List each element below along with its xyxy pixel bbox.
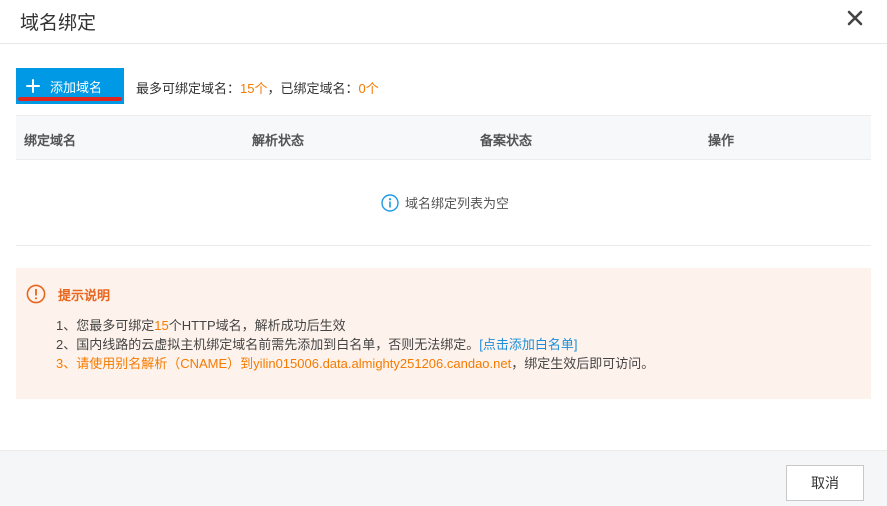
notice-line-3-num: 3、 <box>56 356 77 371</box>
table-body: 域名绑定列表为空 <box>16 160 871 246</box>
notice-line-1: 1、您最多可绑定15个HTTP域名，解析成功后生效 <box>56 315 346 334</box>
dialog-footer: 取消 <box>0 450 887 506</box>
quota-mid: ，已绑定域名： <box>267 81 359 96</box>
info-icon <box>381 193 399 212</box>
domain-binding-dialog: 域名绑定 添加域名 最多可绑定域名：15个，已绑定域名：0个 绑定域名 解析状态… <box>0 0 887 506</box>
add-domain-label: 添加域名 <box>50 79 103 95</box>
notice-line-3-rest: ，绑定生效后即可访问。 <box>511 356 655 371</box>
notice-line-2: 2、国内线路的云虚拟主机绑定域名前需先添加到白名单，否则无法绑定。[点击添加白名… <box>56 334 577 353</box>
notice-line-2-text: 2、国内线路的云虚拟主机绑定域名前需先添加到白名单，否则无法绑定。 <box>56 337 480 352</box>
dialog-title: 域名绑定 <box>20 13 97 34</box>
domain-quota-text: 最多可绑定域名：15个，已绑定域名：0个 <box>136 78 379 97</box>
warning-icon <box>26 284 46 304</box>
domain-table: 绑定域名 解析状态 备案状态 操作 域名绑定列表为空 <box>16 115 871 246</box>
notice-title: 提示说明 <box>58 287 111 303</box>
table-header: 绑定域名 解析状态 备案状态 操作 <box>16 115 871 160</box>
column-header-record-status: 备案状态 <box>480 133 533 148</box>
dialog-header: 域名绑定 <box>0 0 887 44</box>
notice-line-3: 3、请使用别名解析（CNAME）到yilin015006.data.almigh… <box>56 353 654 372</box>
column-header-resolve-status: 解析状态 <box>252 133 305 148</box>
notice-line-1-a: 1、您最多可绑定 <box>56 318 155 333</box>
notice-line-1-num: 15 <box>154 318 169 333</box>
quota-bound: 0个 <box>358 81 379 96</box>
quota-prefix: 最多可绑定域名： <box>136 81 241 96</box>
column-header-domain: 绑定域名 <box>24 133 77 148</box>
add-whitelist-link[interactable]: [点击添加白名单] <box>479 337 577 352</box>
empty-state-text: 域名绑定列表为空 <box>405 196 510 211</box>
empty-state: 域名绑定列表为空 <box>381 193 509 212</box>
quota-max: 15个 <box>240 81 268 96</box>
red-underline-mark <box>18 97 122 101</box>
plus-icon <box>26 79 40 93</box>
notice-header: 提示说明 <box>26 284 110 304</box>
cancel-button[interactable]: 取消 <box>786 465 864 501</box>
notice-line-1-b: 个HTTP域名，解析成功后生效 <box>168 318 346 333</box>
add-domain-button[interactable]: 添加域名 <box>16 68 124 104</box>
close-icon[interactable] <box>845 8 865 28</box>
notice-line-3-highlight: 请使用别名解析（CNAME）到yilin015006.data.almighty… <box>76 356 512 371</box>
column-header-actions: 操作 <box>708 133 735 148</box>
notice-box: 提示说明 1、您最多可绑定15个HTTP域名，解析成功后生效 2、国内线路的云虚… <box>16 268 871 399</box>
